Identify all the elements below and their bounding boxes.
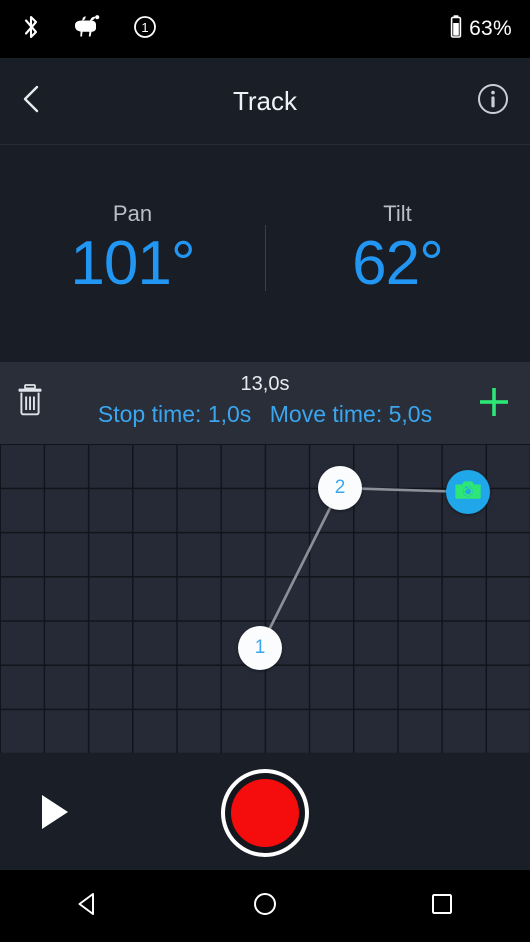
android-back-icon bbox=[74, 890, 102, 923]
time-breakdown: Stop time: 1,0s Move time: 5,0s bbox=[60, 400, 470, 428]
back-chevron-icon bbox=[19, 83, 45, 120]
trash-icon bbox=[14, 384, 46, 422]
pan-tilt-panel: Pan 101° Tilt 62° bbox=[0, 145, 530, 362]
notification-count-icon: 1 bbox=[132, 14, 158, 45]
battery-icon bbox=[449, 14, 463, 45]
page-title: Track bbox=[232, 85, 298, 116]
plus-icon bbox=[472, 388, 516, 428]
pan-readout: Pan 101° bbox=[0, 145, 265, 296]
bull-app-icon bbox=[72, 14, 102, 45]
waypoint-marker-1[interactable]: 1 bbox=[238, 626, 282, 670]
move-time-label[interactable]: Move time: 5,0s bbox=[270, 401, 432, 427]
path-segment-1 bbox=[258, 487, 342, 649]
record-indicator bbox=[231, 779, 299, 847]
record-button[interactable] bbox=[221, 769, 309, 857]
android-home-button[interactable] bbox=[220, 890, 310, 923]
info-button[interactable] bbox=[476, 82, 510, 121]
play-button[interactable] bbox=[38, 793, 72, 836]
delete-track-button[interactable] bbox=[14, 382, 46, 423]
pan-label: Pan bbox=[112, 201, 153, 226]
back-button[interactable] bbox=[0, 83, 64, 120]
waypoint-label: 2 bbox=[334, 477, 346, 498]
bluetooth-icon bbox=[20, 14, 42, 45]
app-screen: 1 63% Track Pan 101° Tilt 62° 13,0s Stop… bbox=[0, 0, 530, 942]
tilt-value: 62° bbox=[352, 229, 444, 298]
timing-bar: 13,0s Stop time: 1,0s Move time: 5,0s bbox=[0, 362, 530, 444]
android-nav-bar bbox=[0, 870, 530, 942]
svg-text:1: 1 bbox=[141, 20, 148, 35]
status-bar: 1 63% bbox=[0, 0, 530, 58]
add-waypoint-button[interactable] bbox=[472, 380, 516, 429]
info-icon bbox=[476, 82, 510, 121]
android-recents-icon bbox=[428, 890, 456, 923]
camera-icon bbox=[455, 479, 481, 506]
android-recents-button[interactable] bbox=[397, 890, 487, 923]
status-bar-left-icons: 1 bbox=[0, 14, 158, 45]
total-time-label: 13,0s bbox=[240, 373, 290, 395]
pan-value: 101° bbox=[70, 229, 195, 298]
track-canvas[interactable]: 1 2 bbox=[0, 444, 530, 753]
title-bar: Track bbox=[0, 58, 530, 145]
tilt-readout: Tilt 62° bbox=[265, 145, 530, 296]
tilt-label: Tilt bbox=[383, 201, 412, 226]
android-back-button[interactable] bbox=[43, 890, 133, 923]
play-icon bbox=[38, 795, 72, 835]
camera-marker[interactable] bbox=[446, 470, 490, 514]
stop-time-label[interactable]: Stop time: 1,0s bbox=[98, 401, 251, 427]
timing-readout: 13,0s Stop time: 1,0s Move time: 5,0s bbox=[60, 370, 470, 428]
android-home-icon bbox=[251, 890, 279, 923]
status-bar-right: 63% bbox=[449, 14, 530, 45]
battery-percent-label: 63% bbox=[469, 17, 512, 40]
waypoint-label: 1 bbox=[254, 637, 266, 658]
waypoint-marker-2[interactable]: 2 bbox=[318, 466, 362, 510]
